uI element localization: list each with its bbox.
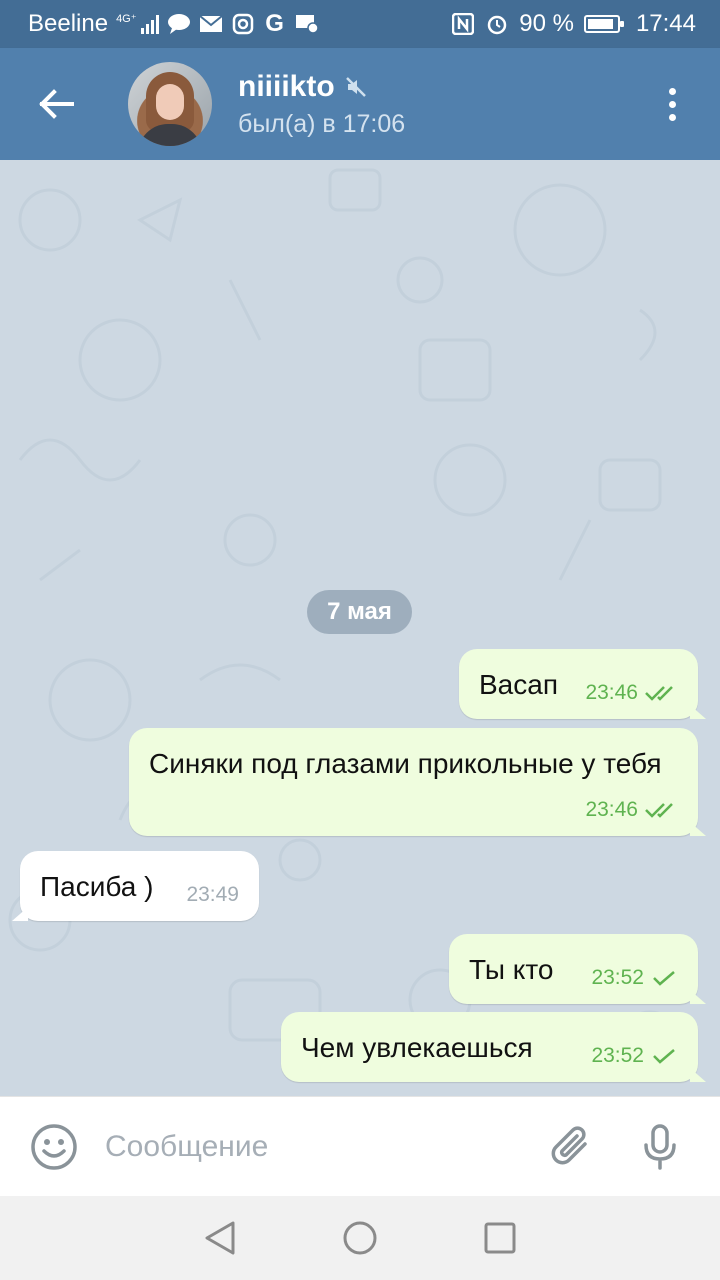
message-time: 23:52 <box>591 1044 644 1067</box>
avatar[interactable] <box>128 62 212 146</box>
nav-home-button[interactable] <box>335 1213 385 1263</box>
message-outgoing[interactable]: Ты кто 23:52 <box>449 934 706 1004</box>
triangle-back-icon <box>205 1221 235 1255</box>
message-time: 23:46 <box>585 798 638 821</box>
emoji-button[interactable] <box>29 1122 79 1172</box>
nav-back-button[interactable] <box>195 1213 245 1263</box>
attach-button[interactable] <box>549 1122 595 1172</box>
last-seen-status: был(а) в 17:06 <box>238 109 406 138</box>
more-dot <box>668 113 676 121</box>
message-text: Синяки под глазами прикольные у тебя <box>149 748 662 779</box>
battery-percent: 90 % <box>519 10 574 37</box>
message-outgoing[interactable]: Васап 23:46 <box>459 649 706 719</box>
nfc-icon <box>451 13 475 35</box>
alarm-icon <box>485 13 509 35</box>
message-time: 23:46 <box>585 681 638 704</box>
arrow-left-icon <box>39 89 74 119</box>
more-dot <box>668 87 676 95</box>
mail-icon <box>198 13 223 35</box>
system-navigation-bar <box>0 1196 720 1280</box>
message-incoming[interactable]: Пасиба ) 23:49 <box>12 851 259 921</box>
square-recents-icon <box>484 1222 516 1254</box>
message-input[interactable] <box>105 1129 525 1164</box>
message-icon <box>167 13 191 35</box>
message-time: 23:49 <box>186 883 239 906</box>
circle-home-icon <box>343 1221 377 1255</box>
status-bar: Beeline 4G⁺ G 90 % 17:44 <box>0 0 720 48</box>
clock: 17:44 <box>635 10 696 37</box>
chat-title-block[interactable]: niiiikto был(а) в 17:06 <box>238 70 652 139</box>
nav-recents-button[interactable] <box>475 1213 525 1263</box>
chat-area[interactable]: 7 мая Васап 23:46 Синяки под глазами при… <box>0 160 720 1096</box>
network-type: 4G⁺ <box>116 12 137 25</box>
carrier-name: Beeline <box>28 10 109 37</box>
more-options-button[interactable] <box>652 76 692 132</box>
message-time: 23:52 <box>591 966 644 989</box>
signal-icon <box>140 14 159 34</box>
instagram-icon <box>231 13 255 35</box>
double-check-icon <box>645 686 673 701</box>
back-button[interactable] <box>28 76 84 132</box>
chat-name: niiiikto <box>238 69 335 103</box>
check-icon <box>653 971 675 986</box>
message-outgoing[interactable]: Чем увлекаешься 23:52 <box>281 1012 706 1082</box>
message-outgoing[interactable]: Синяки под глазами прикольные у тебя 23:… <box>129 728 706 836</box>
google-icon: G <box>265 10 284 37</box>
double-check-icon <box>645 803 673 818</box>
microphone-icon <box>644 1123 676 1170</box>
battery-icon <box>583 15 624 33</box>
chat-header: niiiikto был(а) в 17:06 <box>0 48 720 160</box>
emoji-icon <box>31 1123 77 1170</box>
date-chip: 7 мая <box>307 590 412 634</box>
message-input-bar <box>0 1096 720 1196</box>
muted-icon <box>345 76 366 97</box>
more-dot <box>668 100 676 108</box>
paperclip-icon <box>551 1125 587 1164</box>
voice-message-button[interactable] <box>637 1122 683 1172</box>
mail-settings-icon <box>295 13 319 35</box>
check-icon <box>653 1049 675 1064</box>
